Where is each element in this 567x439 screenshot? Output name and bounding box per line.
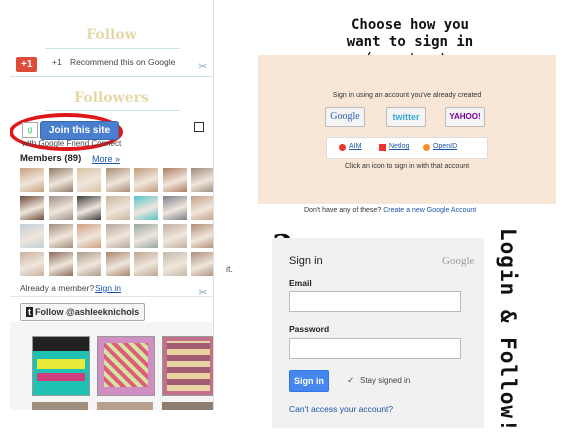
member-avatar[interactable] — [191, 168, 213, 192]
member-avatar[interactable] — [191, 252, 213, 276]
member-avatar[interactable] — [20, 168, 44, 192]
heading-rule — [45, 110, 180, 111]
twitter-bird-icon: t — [26, 307, 33, 317]
member-avatar[interactable] — [77, 168, 101, 192]
recommend-text: Recommend this on Google — [70, 57, 176, 67]
member-avatar[interactable] — [134, 252, 158, 276]
member-avatar[interactable] — [20, 196, 44, 220]
member-avatar[interactable] — [134, 168, 158, 192]
twitter-signin-button[interactable]: twitter — [386, 107, 426, 127]
member-avatar[interactable] — [77, 196, 101, 220]
click-icon-text: Click an icon to sign in with that accou… — [344, 163, 470, 170]
blog-thumbnail[interactable] — [162, 336, 213, 396]
member-avatar[interactable] — [77, 224, 101, 248]
sidebar-divider — [213, 0, 214, 410]
member-avatar[interactable] — [48, 252, 73, 276]
blog-thumbnail — [97, 402, 153, 410]
section-rule — [10, 296, 213, 297]
login-follow-caption: Login & Follow! — [496, 228, 520, 433]
member-avatar[interactable] — [134, 196, 158, 220]
google-signin-panel: Sign in Google Email Password Sign in ✓ … — [272, 238, 484, 428]
wrench-icon[interactable]: ✂ — [197, 61, 209, 73]
signin-button[interactable]: Sign in — [289, 370, 329, 392]
more-providers-box: AIM Netlog OpenID — [326, 137, 488, 159]
friend-connect-text: with Google Friend Connect — [22, 139, 122, 148]
twitter-follow-button[interactable]: t Follow @ashleeknichols — [20, 303, 146, 321]
aim-link[interactable]: AIM — [349, 143, 361, 150]
cant-access-link[interactable]: Can't access your account? — [289, 404, 393, 414]
member-avatar[interactable] — [191, 196, 213, 220]
popout-icon[interactable] — [194, 122, 204, 132]
blog-thumbnail[interactable] — [32, 336, 90, 396]
member-avatar[interactable] — [162, 196, 187, 220]
members-count: Members (89) — [20, 153, 82, 164]
google-signin-button[interactable]: Google — [325, 107, 365, 127]
signin-options-panel: Sign in using an account you've already … — [258, 55, 556, 204]
more-members-link[interactable]: More » — [92, 154, 120, 164]
members-grid — [20, 168, 213, 290]
signin-instruction: Sign in using an account you've already … — [332, 92, 482, 99]
signin-title: Sign in — [289, 255, 323, 267]
stay-signed-checkbox[interactable]: ✓ — [347, 375, 355, 386]
member-avatar[interactable] — [162, 252, 187, 276]
gplus-count: +1 — [52, 57, 62, 67]
netlog-icon — [379, 144, 386, 151]
stay-signed-label: Stay signed in — [360, 376, 411, 385]
member-avatar[interactable] — [77, 252, 101, 276]
netlog-link[interactable]: Netlog — [389, 143, 409, 150]
no-account-label: Don't have any of these? — [304, 207, 382, 214]
member-avatar[interactable] — [162, 168, 187, 192]
member-avatar[interactable] — [162, 224, 187, 248]
openid-icon — [423, 144, 430, 151]
member-avatar[interactable] — [48, 196, 73, 220]
join-site-button[interactable]: Join this site — [40, 121, 120, 140]
followers-heading: Followers — [74, 90, 149, 106]
member-avatar[interactable] — [105, 168, 130, 192]
aim-icon — [339, 144, 346, 151]
follow-heading: Follow — [86, 27, 137, 43]
member-avatar[interactable] — [134, 224, 158, 248]
member-avatar[interactable] — [105, 252, 130, 276]
email-label: Email — [289, 278, 312, 288]
already-member-text: Already a member? — [20, 283, 95, 293]
wrench-icon[interactable]: ✂ — [197, 287, 209, 299]
follow-button-label: Follow @ashleeknichols — [35, 307, 140, 317]
member-avatar[interactable] — [105, 224, 130, 248]
member-avatar[interactable] — [105, 196, 130, 220]
blog-thumbnail — [162, 402, 213, 410]
blog-thumbnail — [32, 402, 88, 410]
heading-rule — [45, 48, 180, 49]
blog-thumbnail[interactable] — [97, 336, 155, 396]
google-logo: Google — [442, 255, 475, 267]
password-label: Password — [289, 324, 330, 334]
gplus-label: +1 — [16, 57, 38, 72]
email-field[interactable] — [289, 291, 461, 312]
sign-in-link[interactable]: Sign in — [95, 283, 121, 293]
section-rule — [10, 76, 213, 77]
member-avatar[interactable] — [48, 168, 73, 192]
password-field[interactable] — [289, 338, 461, 359]
friend-connect-icon: g — [22, 122, 38, 138]
member-avatar[interactable] — [48, 224, 73, 248]
member-avatar[interactable] — [20, 252, 44, 276]
member-avatar[interactable] — [191, 224, 213, 248]
blog-sidebar: Follow +1 +1 Recommend this on Google ✂ … — [10, 10, 213, 410]
yahoo-signin-button[interactable]: YAHOO! — [445, 107, 485, 127]
stray-text: it. — [226, 264, 234, 274]
no-account-text: Don't have any of these? Create a new Go… — [304, 207, 476, 214]
openid-link[interactable]: OpenID — [433, 143, 457, 150]
gplus-button[interactable]: +1 — [16, 54, 38, 72]
member-avatar[interactable] — [20, 224, 44, 248]
create-account-link[interactable]: Create a new Google Account — [383, 207, 476, 214]
